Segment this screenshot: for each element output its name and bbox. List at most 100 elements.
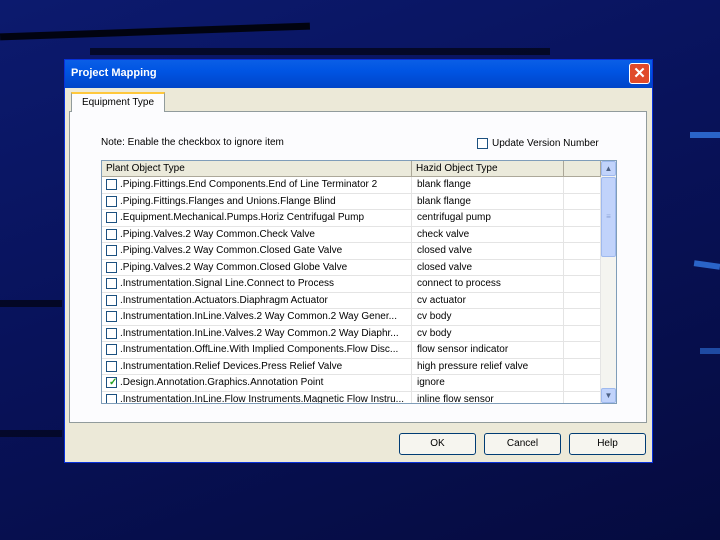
empty-cell [564, 391, 601, 403]
table-row[interactable]: .Instrumentation.InLine.Valves.2 Way Com… [102, 325, 601, 342]
plant-object-type-text: .Piping.Valves.2 Way Common.Closed Gate … [120, 245, 343, 257]
table-row[interactable]: .Instrumentation.InLine.Valves.2 Way Com… [102, 309, 601, 326]
table-row[interactable]: .Instrumentation.Actuators.Diaphragm Act… [102, 292, 601, 309]
update-version-checkbox[interactable] [477, 138, 488, 149]
plant-object-type-text: .Equipment.Mechanical.Pumps.Horiz Centri… [120, 212, 364, 224]
plant-object-type-text: .Instrumentation.Actuators.Diaphragm Act… [120, 294, 328, 306]
ignore-checkbox[interactable] [106, 212, 117, 224]
ignore-checkbox[interactable]: ✓ [106, 377, 117, 389]
table-row[interactable]: .Piping.Fittings.Flanges and Unions.Flan… [102, 193, 601, 210]
update-version-label: Update Version Number [492, 138, 599, 149]
hazid-object-type-cell[interactable]: closed valve [412, 243, 564, 259]
plant-object-type-cell[interactable]: .Piping.Valves.2 Way Common.Check Valve [102, 226, 412, 242]
ignore-checkbox[interactable] [106, 245, 117, 257]
plant-object-type-cell[interactable]: .Piping.Fittings.Flanges and Unions.Flan… [102, 193, 412, 209]
dialog-title: Project Mapping [71, 67, 157, 79]
empty-cell [564, 210, 601, 226]
hazid-object-type-cell[interactable]: blank flange [412, 193, 564, 209]
plant-object-type-cell[interactable]: .Piping.Fittings.End Components.End of L… [102, 177, 412, 193]
empty-cell [564, 358, 601, 374]
ok-button[interactable]: OK [399, 433, 476, 455]
table-row[interactable]: ✓ .Design.Annotation.Graphics.Annotation … [102, 375, 601, 392]
background-stripe [0, 300, 62, 307]
column-header-plant-object-type[interactable]: Plant Object Type [102, 161, 412, 177]
scroll-thumb[interactable]: ≡ [601, 177, 616, 257]
table-row[interactable]: .Equipment.Mechanical.Pumps.Horiz Centri… [102, 210, 601, 227]
ignore-checkbox[interactable] [106, 261, 117, 273]
empty-cell [564, 309, 601, 325]
ignore-checkbox[interactable] [106, 311, 117, 323]
scroll-down-button[interactable]: ▼ [601, 388, 616, 403]
empty-cell [564, 276, 601, 292]
background-stripe [90, 48, 550, 55]
ignore-checkbox[interactable] [106, 278, 117, 290]
chevron-down-icon: ▼ [604, 391, 613, 400]
hazid-object-type-cell[interactable]: inline flow sensor [412, 391, 564, 403]
table-row[interactable]: .Piping.Fittings.End Components.End of L… [102, 177, 601, 194]
hazid-object-type-cell[interactable]: flow sensor indicator [412, 342, 564, 358]
hazid-object-type-cell[interactable]: cv body [412, 309, 564, 325]
background-stripe [0, 430, 62, 437]
grip-icon: ≡ [606, 212, 611, 221]
plant-object-type-cell[interactable]: .Instrumentation.InLine.Valves.2 Way Com… [102, 325, 412, 341]
plant-object-type-cell[interactable]: .Instrumentation.Actuators.Diaphragm Act… [102, 292, 412, 308]
table-row[interactable]: .Piping.Valves.2 Way Common.Closed Globe… [102, 259, 601, 276]
table-row[interactable]: .Instrumentation.Signal Line.Connect to … [102, 276, 601, 293]
cancel-button[interactable]: Cancel [484, 433, 561, 455]
hazid-object-type-cell[interactable]: connect to process [412, 276, 564, 292]
ignore-checkbox[interactable] [106, 344, 117, 356]
scroll-up-button[interactable]: ▲ [601, 161, 616, 176]
title-bar[interactable]: Project Mapping ✕ [65, 60, 652, 88]
plant-object-type-text: .Piping.Fittings.Flanges and Unions.Flan… [120, 195, 336, 207]
ignore-checkbox[interactable] [106, 195, 117, 207]
table-row[interactable]: .Piping.Valves.2 Way Common.Check Valve c… [102, 226, 601, 243]
hazid-object-type-cell[interactable]: cv actuator [412, 292, 564, 308]
empty-cell [564, 177, 601, 193]
plant-object-type-cell[interactable]: .Instrumentation.OffLine.With Implied Co… [102, 342, 412, 358]
ignore-checkbox[interactable] [106, 294, 117, 306]
table-row[interactable]: .Instrumentation.OffLine.With Implied Co… [102, 342, 601, 359]
plant-object-type-cell[interactable]: .Equipment.Mechanical.Pumps.Horiz Centri… [102, 210, 412, 226]
ignore-checkbox[interactable] [106, 327, 117, 339]
table-row[interactable]: .Piping.Valves.2 Way Common.Closed Gate … [102, 243, 601, 260]
plant-object-type-cell[interactable]: .Piping.Valves.2 Way Common.Closed Globe… [102, 259, 412, 275]
table-row[interactable]: .Instrumentation.InLine.Flow Instruments… [102, 391, 601, 403]
ignore-checkbox[interactable] [106, 393, 117, 403]
hazid-object-type-cell[interactable]: cv body [412, 325, 564, 341]
hazid-object-type-cell[interactable]: closed valve [412, 259, 564, 275]
empty-cell [564, 292, 601, 308]
update-version-checkbox-group[interactable]: Update Version Number [477, 138, 599, 149]
hazid-object-type-cell[interactable]: high pressure relief valve [412, 358, 564, 374]
vertical-scrollbar[interactable]: ▲ ≡ ▼ [601, 161, 616, 403]
plant-object-type-text: .Piping.Fittings.End Components.End of L… [120, 179, 378, 191]
hazid-object-type-cell[interactable]: centrifugal pump [412, 210, 564, 226]
ignore-checkbox[interactable] [106, 360, 117, 372]
plant-object-type-cell[interactable]: .Instrumentation.InLine.Flow Instruments… [102, 391, 412, 403]
plant-object-type-cell[interactable]: .Instrumentation.Signal Line.Connect to … [102, 276, 412, 292]
column-header-hazid-object-type[interactable]: Hazid Object Type [412, 161, 564, 177]
empty-cell [564, 325, 601, 341]
background-stripe [0, 22, 311, 41]
column-header-empty [564, 161, 601, 177]
background-accent [690, 132, 720, 138]
tab-equipment-type[interactable]: Equipment Type [71, 92, 165, 112]
project-mapping-dialog: Project Mapping ✕ Equipment Type Note: E… [64, 59, 653, 463]
ignore-checkbox[interactable] [106, 179, 117, 191]
plant-object-type-text: .Piping.Valves.2 Way Common.Check Valve [120, 228, 315, 240]
plant-object-type-cell[interactable]: .Instrumentation.InLine.Valves.2 Way Com… [102, 309, 412, 325]
table-row[interactable]: .Instrumentation.Relief Devices.Press Re… [102, 358, 601, 375]
plant-object-type-text: .Design.Annotation.Graphics.Annotation P… [120, 377, 324, 389]
plant-object-type-cell[interactable]: .Piping.Valves.2 Way Common.Closed Gate … [102, 243, 412, 259]
ignore-checkbox[interactable] [106, 228, 117, 240]
grid-header: Plant Object Type Hazid Object Type [102, 161, 601, 177]
close-icon: ✕ [633, 65, 646, 82]
hazid-object-type-cell[interactable]: check valve [412, 226, 564, 242]
chevron-up-icon: ▲ [604, 164, 613, 173]
empty-cell [564, 226, 601, 242]
hazid-object-type-cell[interactable]: ignore [412, 375, 564, 391]
plant-object-type-cell[interactable]: ✓ .Design.Annotation.Graphics.Annotation … [102, 375, 412, 391]
hazid-object-type-cell[interactable]: blank flange [412, 177, 564, 193]
help-button[interactable]: Help [569, 433, 646, 455]
plant-object-type-cell[interactable]: .Instrumentation.Relief Devices.Press Re… [102, 358, 412, 374]
close-button[interactable]: ✕ [629, 63, 650, 84]
